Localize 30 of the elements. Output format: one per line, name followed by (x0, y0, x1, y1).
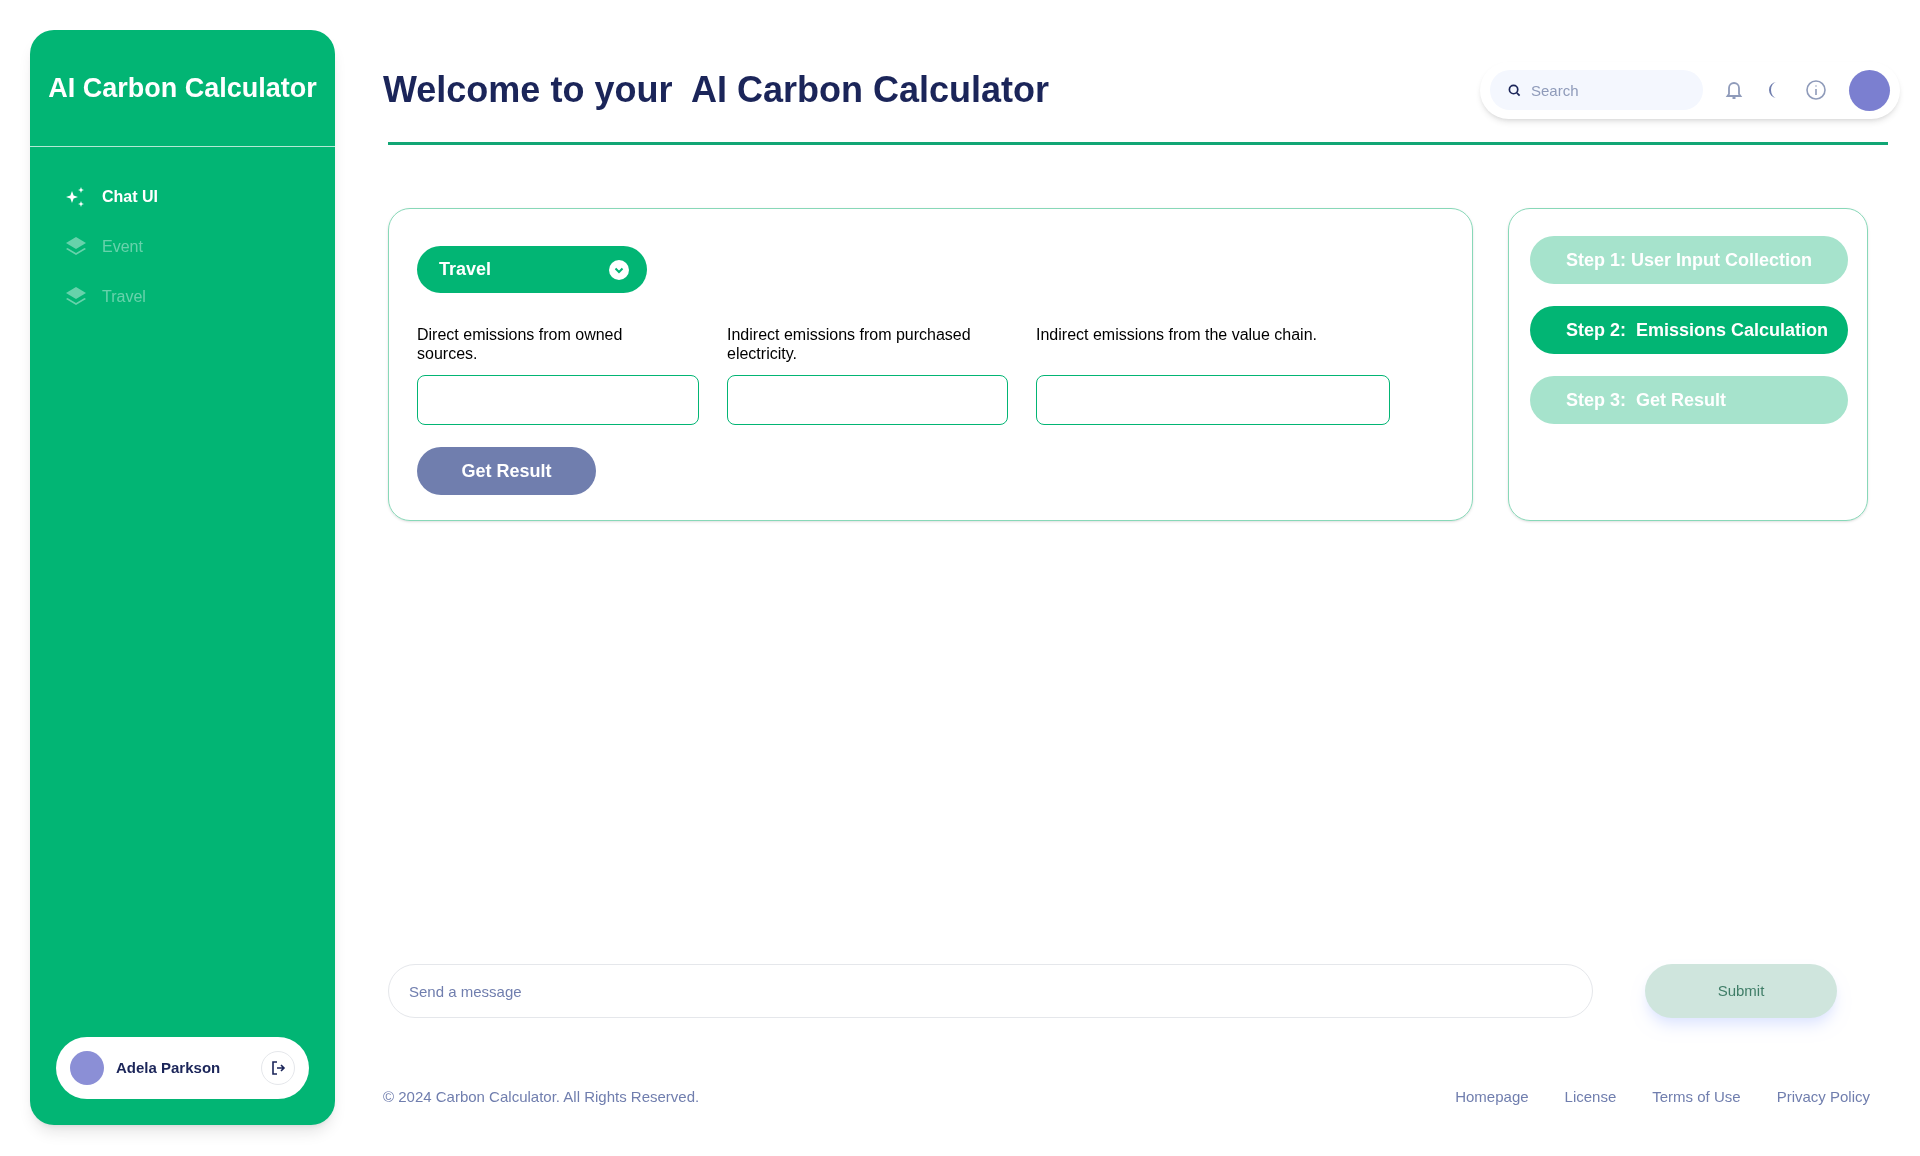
input-field[interactable] (1036, 375, 1390, 425)
copyright-text: © 2024 Carbon Calculator. All Rights Reserved. (383, 1086, 701, 1107)
category-dropdown[interactable]: Travel (417, 246, 647, 293)
search-field[interactable]: Search (1490, 70, 1703, 110)
app-title: AI Carbon Calculator (48, 71, 317, 105)
step-button[interactable]: Step 1: User Input Collection (1530, 236, 1848, 284)
nav-item[interactable]: Travel (64, 281, 335, 313)
nav-item[interactable]: Event (64, 231, 335, 263)
footer-link[interactable]: Homepage (1455, 1085, 1529, 1109)
footer-link[interactable]: License (1564, 1085, 1617, 1109)
field-label: Indirect emissions from purchased electricity. (727, 325, 972, 363)
logout-icon (270, 1060, 286, 1076)
footer-link[interactable]: Terms of Use (1652, 1085, 1741, 1109)
field-label: Direct emissions from owned sources. (417, 325, 624, 363)
step-button[interactable]: Step 3: Get Result (1530, 376, 1848, 424)
page-title: Welcome to your AI Carbon Calculator (383, 68, 1051, 112)
chevron-down-icon (609, 259, 629, 280)
user-name: Adela Parkson (116, 1057, 222, 1078)
footer-link[interactable]: Privacy Policy (1776, 1085, 1870, 1109)
avatar[interactable] (1849, 69, 1890, 111)
info-icon[interactable] (1805, 79, 1827, 101)
avatar (70, 1051, 104, 1085)
nav-item[interactable]: Chat UI (64, 181, 335, 213)
field-label: Indirect emissions from the value chain. (1036, 325, 1318, 345)
input-field[interactable] (727, 375, 1008, 425)
search-icon (1508, 84, 1521, 97)
step-button[interactable]: Step 2: Emissions Calculation (1530, 306, 1848, 354)
message-field[interactable]: Send a message (388, 964, 1593, 1018)
input-field[interactable] (417, 375, 699, 425)
bell-icon[interactable] (1725, 80, 1743, 100)
